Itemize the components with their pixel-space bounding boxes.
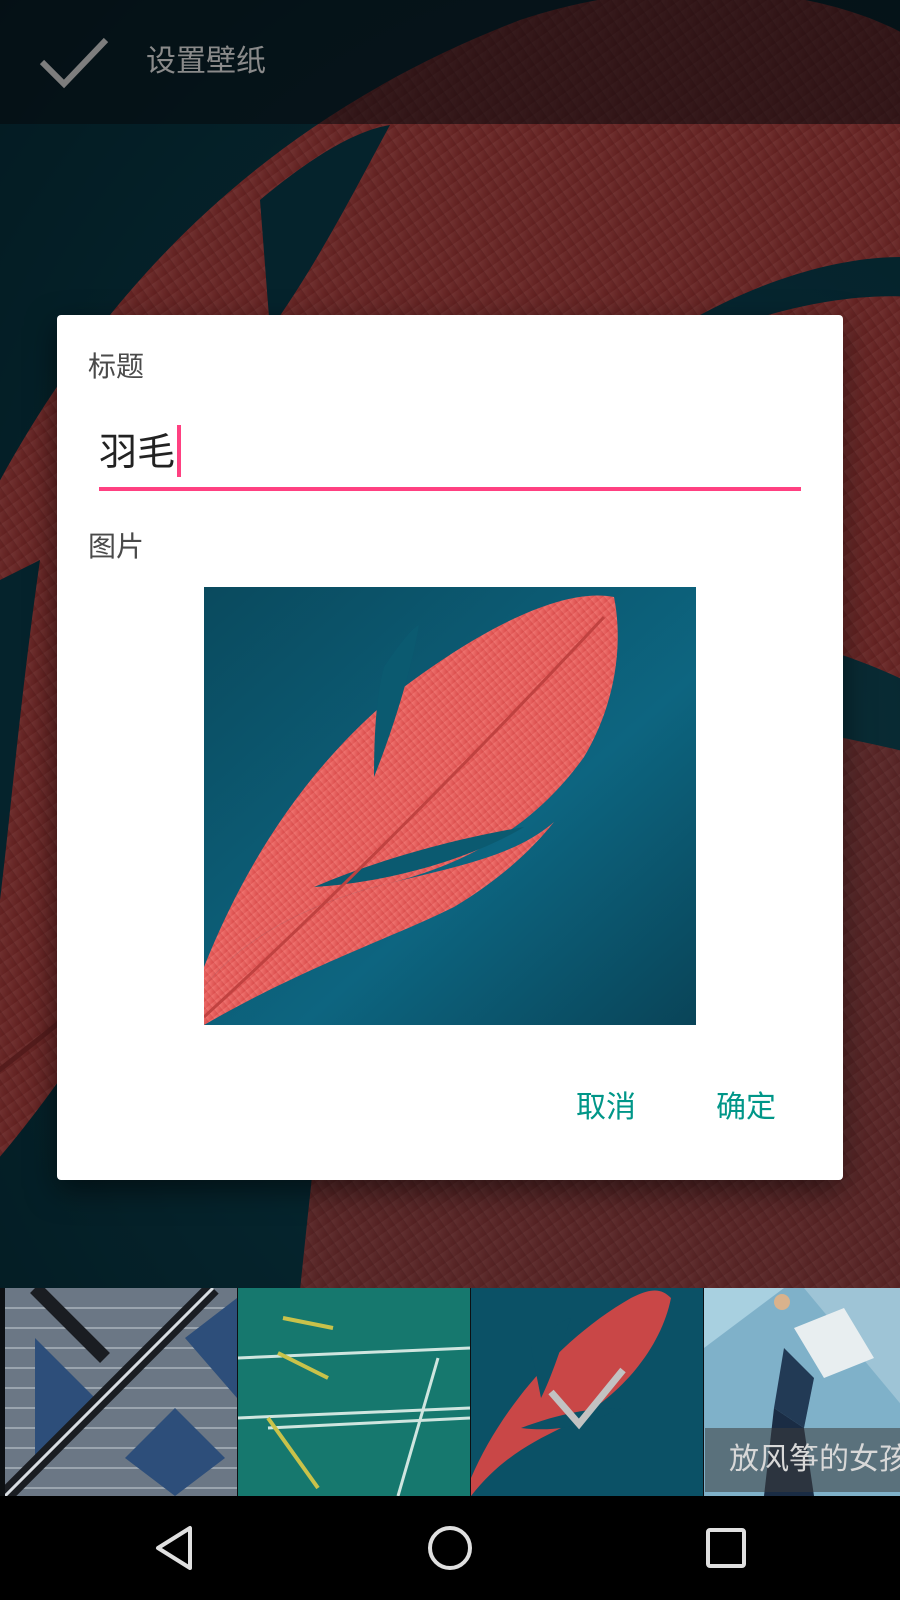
action-bar: 设置壁纸 <box>0 0 900 124</box>
title-label: 标题 <box>88 350 145 383</box>
title-input[interactable]: 羽毛 <box>99 421 801 491</box>
home-circle-icon[interactable] <box>422 1520 478 1576</box>
recents-square-icon[interactable] <box>698 1520 754 1576</box>
wallpaper-preview-image <box>204 587 696 1025</box>
thumbnail-diagonal-architecture[interactable] <box>5 1288 237 1496</box>
page-title: 设置壁纸 <box>146 44 266 79</box>
cancel-button[interactable]: 取消 <box>576 1086 636 1130</box>
wallpaper-thumbnail-strip: 放风筝的女孩 <box>0 1288 900 1496</box>
check-icon[interactable] <box>38 32 110 92</box>
thumbnail-court-lines[interactable] <box>238 1288 470 1496</box>
edit-wallpaper-dialog: 标题 羽毛 图片 取消 确定 <box>57 315 843 1180</box>
back-triangle-icon[interactable] <box>150 1520 206 1576</box>
image-label: 图片 <box>88 530 145 563</box>
thumbnail-caption: 放风筝的女孩 <box>705 1428 900 1492</box>
text-cursor <box>177 425 181 477</box>
thumbnail-red-feather[interactable] <box>471 1288 703 1496</box>
thumbnail-caption-text: 放风筝的女孩 <box>729 1442 900 1477</box>
system-navigation-bar <box>0 1496 900 1600</box>
title-input-value[interactable]: 羽毛 <box>99 425 175 479</box>
ok-button[interactable]: 确定 <box>716 1086 776 1130</box>
